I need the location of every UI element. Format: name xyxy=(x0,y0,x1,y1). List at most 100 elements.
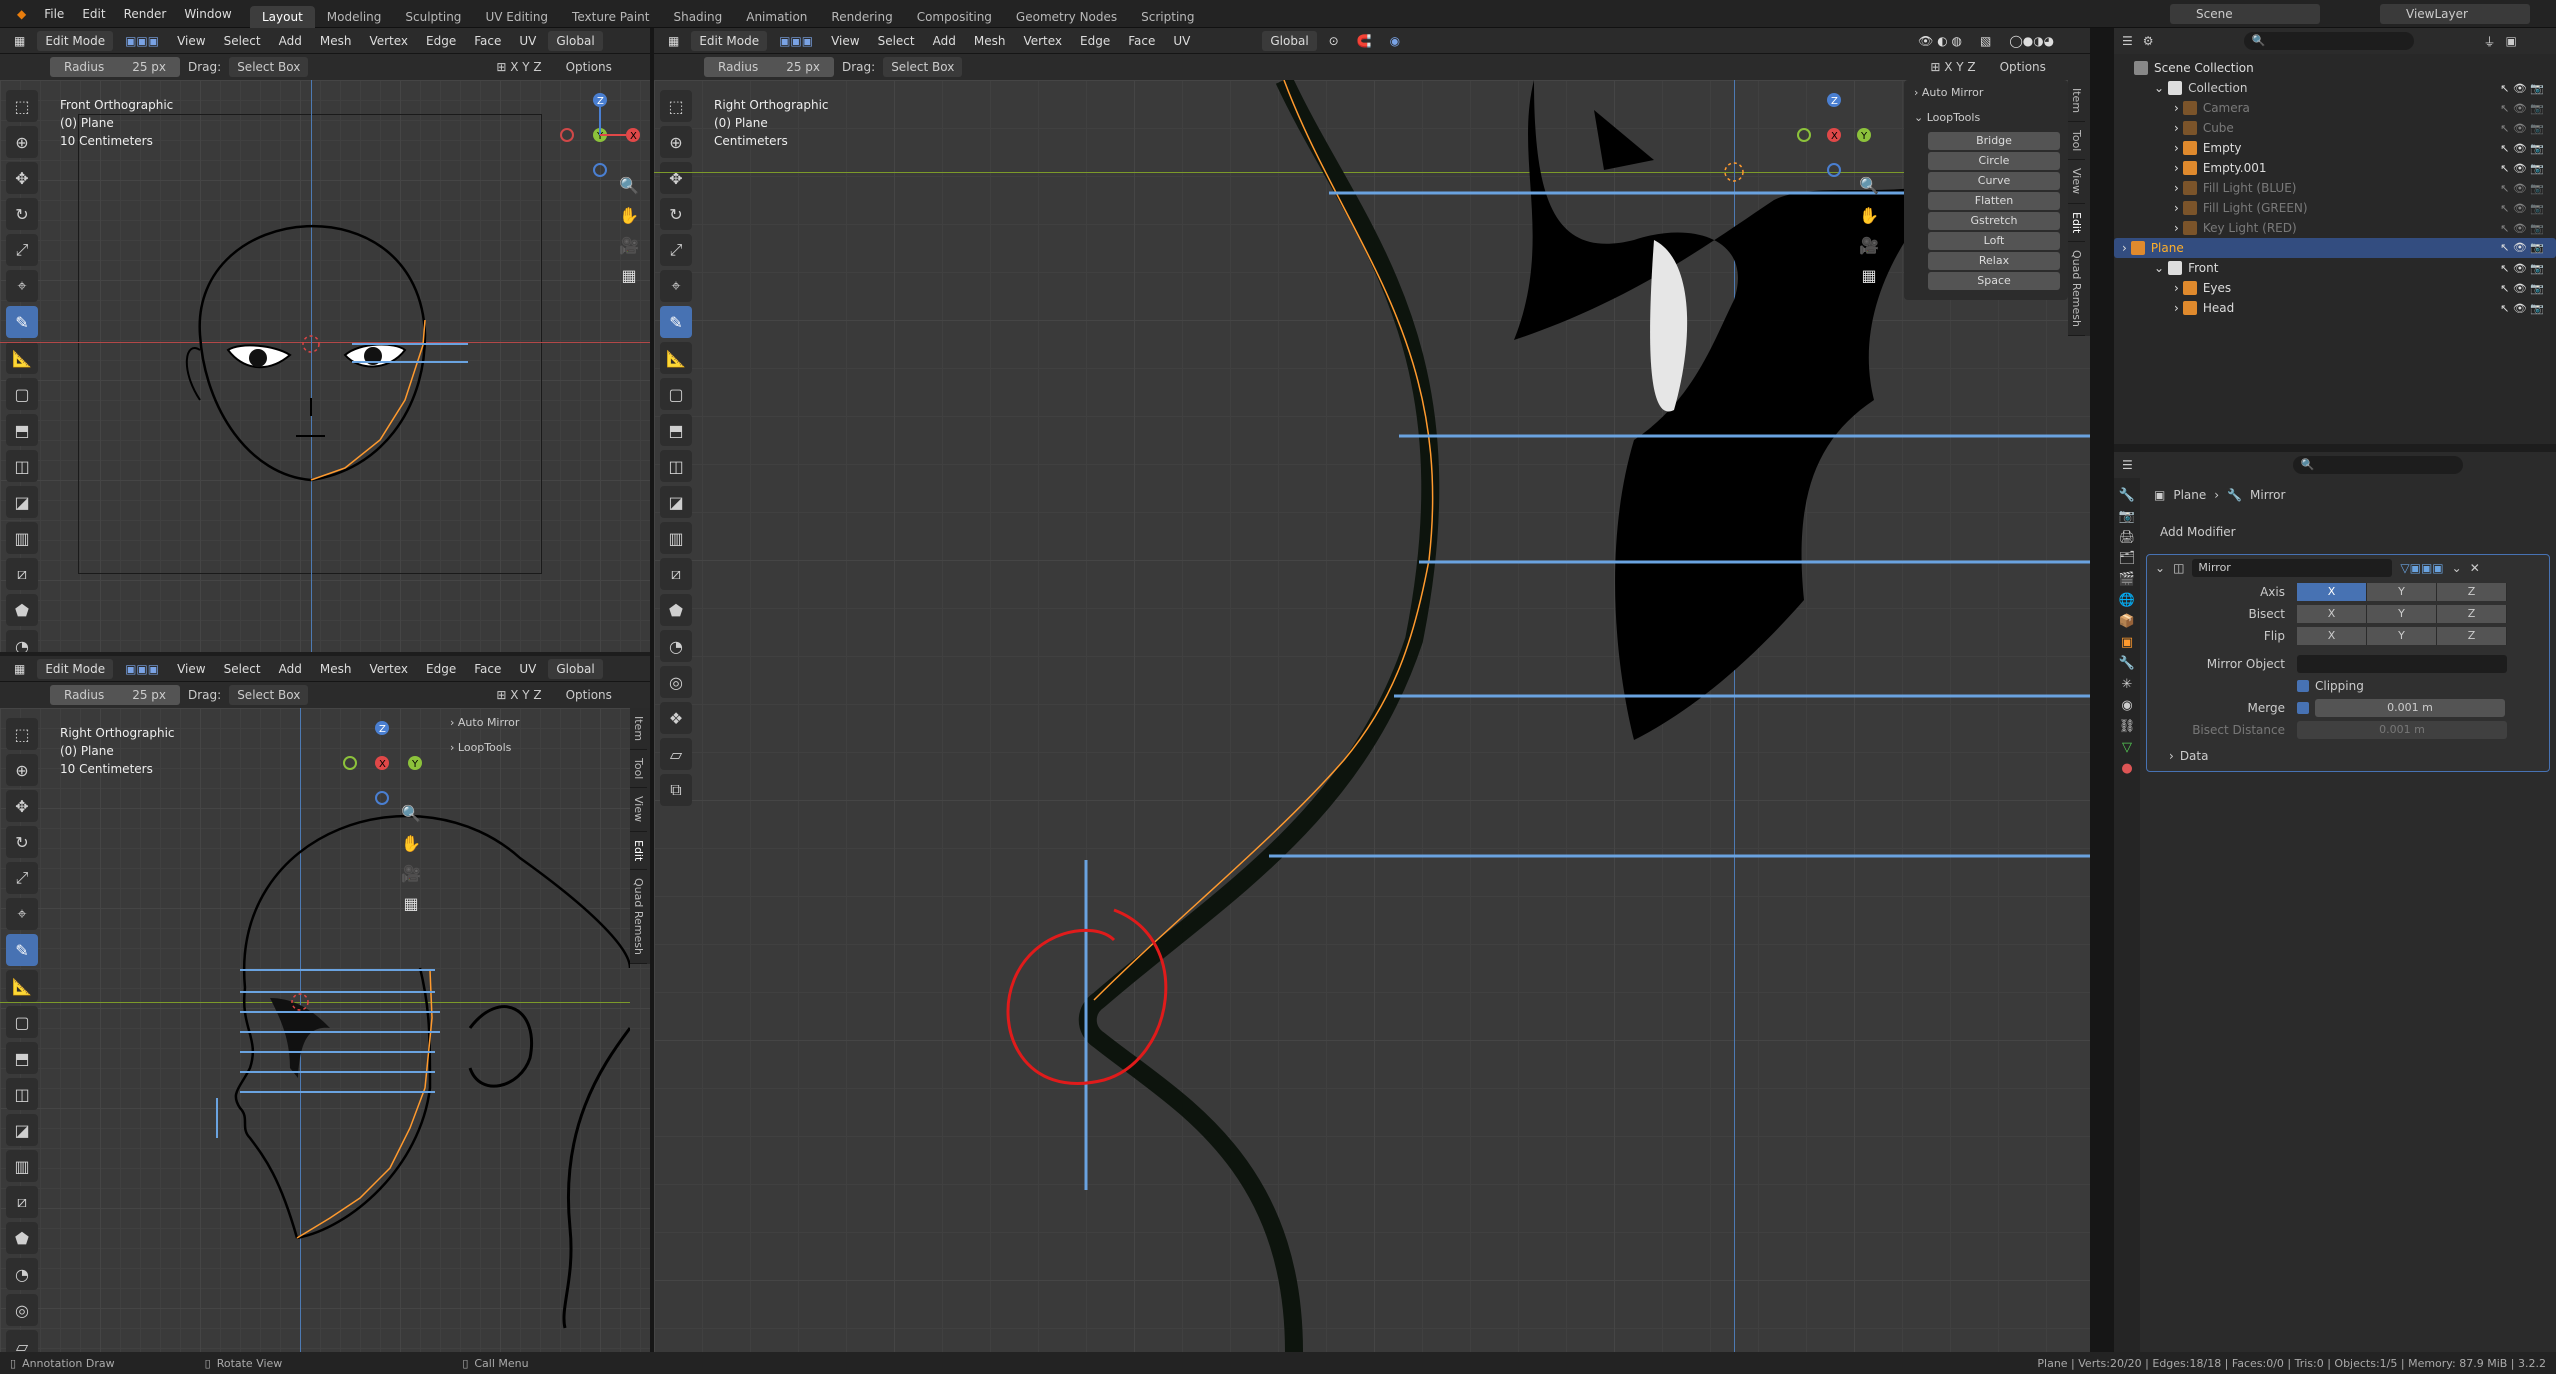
clipping-checkbox[interactable] xyxy=(2297,680,2309,692)
menu-uv[interactable]: UV xyxy=(1167,34,1196,48)
menu-render[interactable]: Render xyxy=(115,7,176,21)
tab-animation[interactable]: Animation xyxy=(734,6,819,28)
properties-search[interactable]: 🔍 xyxy=(2292,456,2463,474)
flip-z-toggle[interactable]: Z xyxy=(2437,627,2507,645)
expand-chevron-icon[interactable]: ⌄ xyxy=(2154,261,2164,275)
menu-face[interactable]: Face xyxy=(468,34,507,48)
proportional-edit-icon[interactable]: ◉ xyxy=(1384,34,1406,48)
pan-hand-icon[interactable]: ✋ xyxy=(616,202,642,228)
outliner-row[interactable]: › Head ↖ 👁 📷 xyxy=(2114,298,2556,318)
tab-scripting[interactable]: Scripting xyxy=(1129,6,1206,28)
expand-chevron-icon[interactable]: › xyxy=(2174,221,2179,235)
tab-quad-remesh[interactable]: Quad Remesh xyxy=(2068,242,2085,336)
options-dropdown[interactable]: Options xyxy=(566,60,612,74)
outliner-row[interactable]: ⌄ Collection ↖ 👁 📷 xyxy=(2114,78,2556,98)
filter-icon[interactable]: ⏚ xyxy=(2484,33,2496,50)
visibility-toggles-icon[interactable]: ↖ 👁 📷 xyxy=(2500,82,2544,95)
tab-item[interactable]: Item xyxy=(630,708,647,751)
select-mode-buttons[interactable]: ▣▣▣ xyxy=(119,34,165,48)
expand-chevron-icon[interactable]: › xyxy=(2174,141,2179,155)
scene-collection-row[interactable]: Scene Collection xyxy=(2114,58,2556,78)
remove-modifier-icon[interactable]: ✕ xyxy=(2470,561,2480,575)
menu-select[interactable]: Select xyxy=(872,34,921,48)
menu-mesh[interactable]: Mesh xyxy=(314,34,358,48)
axis-x-toggle[interactable]: X xyxy=(2297,583,2367,601)
material-tab-icon[interactable]: ● xyxy=(2121,761,2132,776)
scene-selector[interactable]: Scene xyxy=(2170,4,2320,24)
tab-uv-editing[interactable]: UV Editing xyxy=(473,6,560,28)
pivot-icon[interactable]: ⊙ xyxy=(1323,34,1345,48)
display-mode-icon[interactable]: ⚙ xyxy=(2143,34,2154,48)
visibility-toggles-icon[interactable]: ↖ 👁 📷 xyxy=(2500,282,2544,295)
new-collection-icon[interactable]: ▣ xyxy=(2506,34,2517,48)
tab-item[interactable]: Item xyxy=(2068,80,2085,123)
visibility-toggles-icon[interactable]: ↖ 👁 📷 xyxy=(2500,182,2544,195)
camera-view-icon[interactable]: 🎥 xyxy=(398,860,424,886)
expand-chevron-icon[interactable]: › xyxy=(2122,238,2127,258)
axis-y-toggle[interactable]: Y xyxy=(2367,583,2437,601)
looptools-space-button[interactable]: Space xyxy=(1928,272,2060,290)
data-tab-icon[interactable]: ▽ xyxy=(2122,740,2132,755)
menu-file[interactable]: File xyxy=(35,7,73,21)
tool-tab-icon[interactable]: 🔧 xyxy=(2119,488,2135,503)
drag-dropdown[interactable]: Select Box xyxy=(229,685,309,705)
visibility-toggles-icon[interactable]: ↖ 👁 📷 xyxy=(2500,162,2544,175)
bisect-y-toggle[interactable]: Y xyxy=(2367,605,2437,623)
tab-compositing[interactable]: Compositing xyxy=(905,6,1004,28)
camera-view-icon[interactable]: 🎥 xyxy=(616,232,642,258)
drag-dropdown[interactable]: Select Box xyxy=(883,57,963,77)
expand-chevron-icon[interactable]: › xyxy=(2174,201,2179,215)
menu-edge[interactable]: Edge xyxy=(420,662,462,676)
modifier-name-field[interactable]: Mirror xyxy=(2192,559,2393,577)
tab-view[interactable]: View xyxy=(630,788,647,832)
mode-dropdown[interactable]: Edit Mode xyxy=(37,30,114,51)
options-dropdown[interactable]: Options xyxy=(2000,60,2046,74)
snap-icon[interactable]: 🧲 xyxy=(1351,34,1378,48)
tab-tool[interactable]: Tool xyxy=(630,750,647,789)
menu-add[interactable]: Add xyxy=(273,662,308,676)
radius-field[interactable]: Radius 25 px xyxy=(704,57,834,77)
expand-chevron-icon[interactable]: › xyxy=(2174,121,2179,135)
select-mode-buttons[interactable]: ▣▣▣ xyxy=(773,34,819,48)
visibility-toggles-icon[interactable]: ↖ 👁 📷 xyxy=(2500,262,2544,275)
area-divider[interactable] xyxy=(2090,28,2114,1352)
menu-face[interactable]: Face xyxy=(1122,34,1161,48)
zoom-icon[interactable]: 🔍 xyxy=(398,800,424,826)
outliner-row[interactable]: ⌄ Front ↖ 👁 📷 xyxy=(2114,258,2556,278)
mirror-axis-toggles[interactable]: ⊞ X Y Z xyxy=(496,688,541,702)
collection-tab-icon[interactable]: 📦 xyxy=(2119,614,2135,629)
menu-view[interactable]: View xyxy=(825,34,865,48)
menu-uv[interactable]: UV xyxy=(513,662,542,676)
tab-edit[interactable]: Edit xyxy=(630,832,647,870)
expand-chevron-icon[interactable]: › xyxy=(2174,101,2179,115)
constraints-tab-icon[interactable]: ⛓ xyxy=(2119,719,2136,734)
menu-edge[interactable]: Edge xyxy=(1074,34,1116,48)
menu-vertex[interactable]: Vertex xyxy=(363,34,414,48)
particles-tab-icon[interactable]: ✳ xyxy=(2122,677,2133,692)
outliner-row[interactable]: › Plane ↖ 👁 📷 xyxy=(2114,238,2556,258)
main-viewport[interactable]: Right Orthographic (0) Plane Centimeters… xyxy=(654,80,2090,1352)
orientation-dropdown[interactable]: Global xyxy=(548,30,603,51)
menu-vertex[interactable]: Vertex xyxy=(1017,34,1068,48)
flip-y-toggle[interactable]: Y xyxy=(2367,627,2437,645)
data-subpanel[interactable]: › Data xyxy=(2147,745,2549,767)
outliner-row[interactable]: › Camera ↖ 👁 📷 xyxy=(2114,98,2556,118)
mode-dropdown[interactable]: Edit Mode xyxy=(37,658,114,679)
menu-uv[interactable]: UV xyxy=(513,34,542,48)
ortho-grid-icon[interactable]: ▦ xyxy=(1856,262,1882,288)
navigation-gizmo[interactable]: Z X Y xyxy=(1794,90,1874,180)
menu-select[interactable]: Select xyxy=(218,34,267,48)
radius-field[interactable]: Radius 25 px xyxy=(50,685,180,705)
editor-type-icon[interactable]: ▦ xyxy=(8,662,31,676)
auto-mirror-panel[interactable]: › Auto Mirror xyxy=(1904,80,2068,105)
outliner-row[interactable]: › Fill Light (BLUE) ↖ 👁 📷 xyxy=(2114,178,2556,198)
menu-mesh[interactable]: Mesh xyxy=(968,34,1012,48)
radius-field[interactable]: Radius 25 px xyxy=(50,57,180,77)
menu-edge[interactable]: Edge xyxy=(420,34,462,48)
bisect-distance-field[interactable]: 0.001 m xyxy=(2297,721,2507,739)
outliner-row[interactable]: › Fill Light (GREEN) ↖ 👁 📷 xyxy=(2114,198,2556,218)
outliner-row[interactable]: › Cube ↖ 👁 📷 xyxy=(2114,118,2556,138)
looptools-loft-button[interactable]: Loft xyxy=(1928,232,2060,250)
xray-icon[interactable]: ▧ xyxy=(1974,34,1997,48)
viewport-gizmo-toggles[interactable]: 👁 ◐ ◍ xyxy=(1912,34,1968,48)
